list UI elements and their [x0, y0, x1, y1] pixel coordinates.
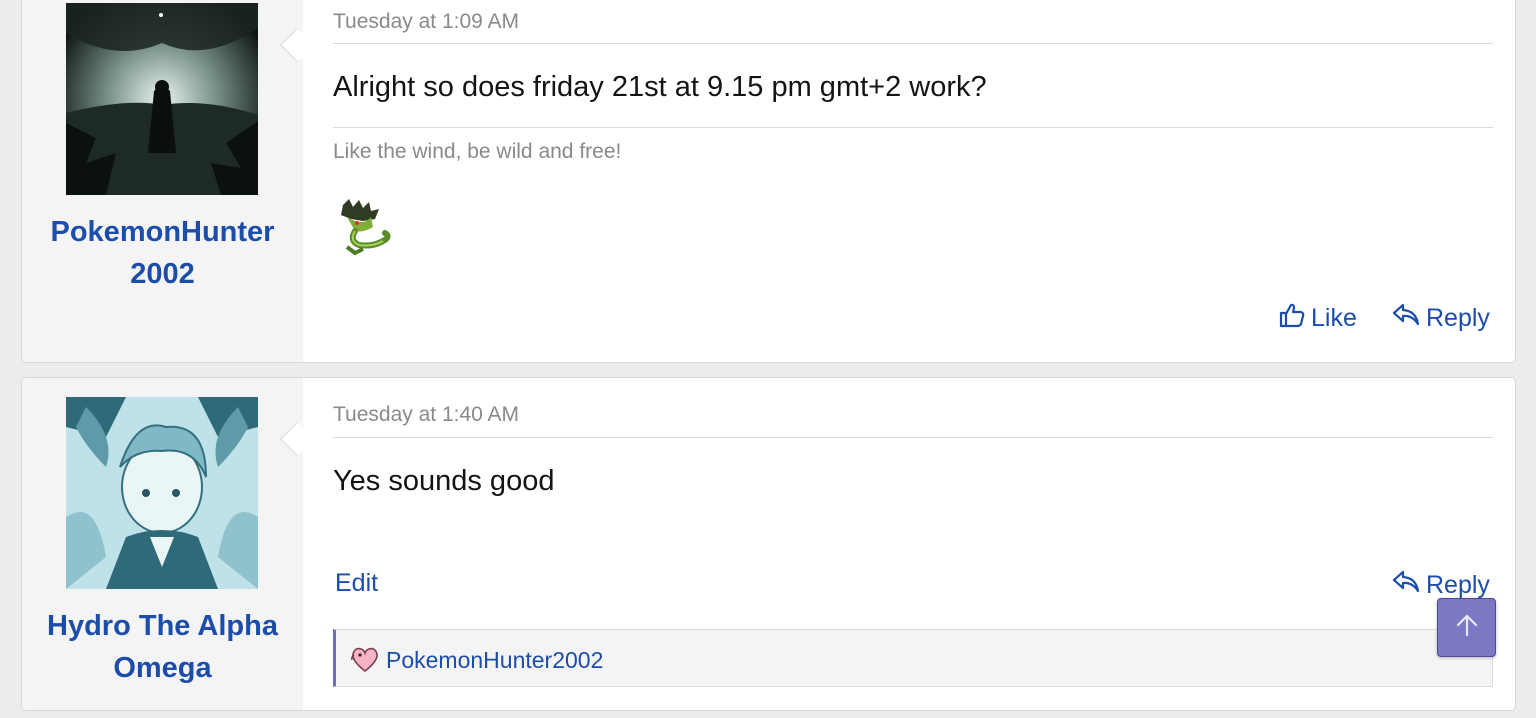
username-line[interactable]: Omega — [22, 647, 303, 689]
signature-text: Like the wind, be wild and free! — [333, 140, 622, 163]
signature-divider — [333, 127, 1493, 128]
arrow-up-icon — [1454, 612, 1480, 643]
post-date[interactable]: Tuesday at 1:09 AM — [333, 10, 519, 34]
username-line[interactable]: 2002 — [22, 253, 303, 295]
heart-reaction-icon — [350, 645, 380, 673]
post: PokemonHunter 2002 Tuesday at 1:09 AM Al… — [21, 0, 1516, 363]
username[interactable]: PokemonHunter 2002 — [22, 211, 303, 295]
speech-arrow — [280, 28, 314, 62]
user-column: PokemonHunter 2002 — [22, 0, 314, 362]
like-button[interactable]: Like — [1279, 302, 1357, 335]
reply-button[interactable]: Reply — [1392, 302, 1490, 335]
avatar[interactable] — [66, 397, 258, 589]
reply-label[interactable]: Reply — [1426, 304, 1490, 333]
divider — [333, 43, 1493, 44]
edit-button[interactable]: Edit — [335, 569, 378, 598]
message-body: Alright so does friday 21st at 9.15 pm g… — [333, 71, 987, 103]
username-line[interactable]: PokemonHunter — [22, 211, 303, 253]
user-column: Hydro The Alpha Omega — [22, 378, 314, 710]
post-date[interactable]: Tuesday at 1:40 AM — [333, 403, 519, 427]
edit-label[interactable]: Edit — [335, 569, 378, 598]
like-label[interactable]: Like — [1311, 304, 1357, 333]
reply-icon — [1392, 302, 1426, 335]
divider — [333, 437, 1493, 438]
avatar[interactable] — [66, 3, 258, 195]
username[interactable]: Hydro The Alpha Omega — [22, 605, 303, 689]
speech-arrow — [280, 422, 314, 456]
post: Hydro The Alpha Omega Tuesday at 1:40 AM… — [21, 377, 1516, 711]
reactions-bar: PokemonHunter2002 — [333, 629, 1493, 687]
message-body: Yes sounds good — [333, 465, 555, 497]
scroll-to-top-button[interactable] — [1437, 598, 1496, 657]
reply-icon — [1392, 569, 1426, 602]
reaction-username[interactable]: PokemonHunter2002 — [386, 647, 603, 674]
reply-label[interactable]: Reply — [1426, 571, 1490, 600]
thumbs-up-icon — [1279, 302, 1311, 335]
username-line[interactable]: Hydro The Alpha — [22, 605, 303, 647]
signature-sprite-icon — [333, 197, 397, 261]
